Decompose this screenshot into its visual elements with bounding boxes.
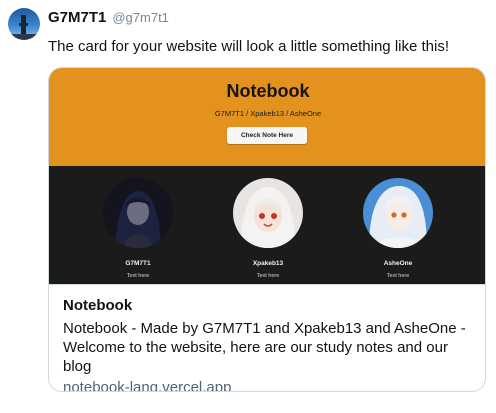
preview-members: G7M7T1 Text here Xpakeb13 Text here Ashe… [49,166,485,284]
check-note-button: Check Note Here [227,127,307,144]
member-avatar-image [363,178,433,248]
member-text: Text here [126,273,150,279]
user-avatar[interactable] [8,8,40,40]
link-card[interactable]: Notebook G7M7T1 / Xpakeb13 / AsheOne Che… [48,67,486,392]
member-text: Text here [256,273,280,279]
card-domain[interactable]: notebook-lang.vercel.app [63,379,473,391]
member-text: Text here [386,273,410,279]
card-description: Notebook - Made by G7M7T1 and Xpakeb13 a… [63,320,466,375]
member-avatar-image [103,178,173,248]
member-name: G7M7T1 [125,260,151,267]
preview-title: Notebook [226,81,310,101]
preview-subtitle: G7M7T1 / Xpakeb13 / AsheOne [214,109,322,118]
card-info[interactable]: Notebook Notebook - Made by G7M7T1 and X… [49,284,485,391]
user-handle[interactable]: @g7m7t1 [112,10,169,25]
member-name: Xpakeb13 [252,260,284,267]
display-name[interactable]: G7M7T1 [48,9,106,26]
member-name: AsheOne [383,260,413,267]
card-title[interactable]: Notebook [63,297,473,314]
member-avatar-image [233,178,303,248]
member-card: G7M7T1 Text here [93,178,183,279]
member-card: Xpakeb13 Text here [223,178,313,279]
preview-header: Notebook G7M7T1 / Xpakeb13 / AsheOne Che… [49,68,485,166]
tweet-text: The card for your website will look a li… [48,38,450,55]
card-preview-image[interactable]: Notebook G7M7T1 / Xpakeb13 / AsheOne Che… [49,68,485,284]
member-card: AsheOne Text here [353,178,443,279]
